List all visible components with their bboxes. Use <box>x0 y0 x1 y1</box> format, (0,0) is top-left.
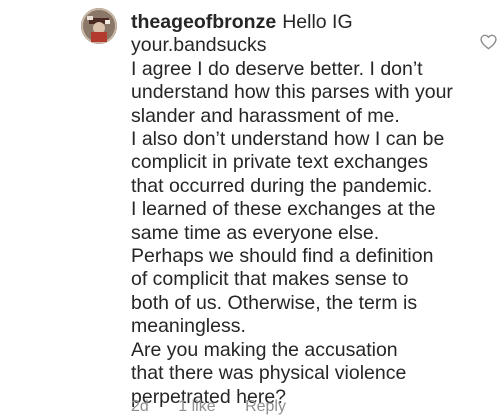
comment-line: that there was physical violence <box>131 362 407 385</box>
avatar[interactable] <box>81 8 117 44</box>
comment-line: slander and harassment of me. <box>131 104 400 127</box>
comment-line: I also don’t understand how I can be <box>131 128 445 151</box>
comment-line: understand how this parses with your <box>131 81 453 104</box>
comment-line: theageofbronze Hello IG <box>131 11 353 33</box>
comment-line: meaningless. <box>131 315 246 338</box>
comment-line: same time as everyone else. <box>131 221 380 244</box>
username[interactable]: theageofbronze <box>131 11 276 33</box>
comment-line: of complicit that makes sense to <box>131 268 409 291</box>
comment-meta: 2d 1 like Reply <box>131 398 311 416</box>
heart-outline-icon[interactable] <box>480 34 497 50</box>
like-count[interactable]: 1 like <box>178 398 215 415</box>
reply-button[interactable]: Reply <box>245 398 286 415</box>
comment-line: complicit in private text exchanges <box>131 151 428 174</box>
comment-line: Are you making the accusation <box>131 338 398 361</box>
comment-line: I agree I do deserve better. I don’t <box>131 57 423 80</box>
avatar-image <box>81 8 117 44</box>
timestamp: 2d <box>131 398 149 415</box>
comment-line: Perhaps we should find a definition <box>131 245 434 268</box>
comment-line: both of us. Otherwise, the term is <box>131 291 418 314</box>
comment-text: theageofbronze Hello IG your.bandsucks I … <box>131 11 461 409</box>
comment: theageofbronze Hello IG your.bandsucks I … <box>0 0 500 417</box>
comment-line: your.bandsucks <box>131 34 267 57</box>
comment-line: that occurred during the pandemic. <box>131 174 433 197</box>
comment-line: I learned of these exchanges at the <box>131 198 436 221</box>
